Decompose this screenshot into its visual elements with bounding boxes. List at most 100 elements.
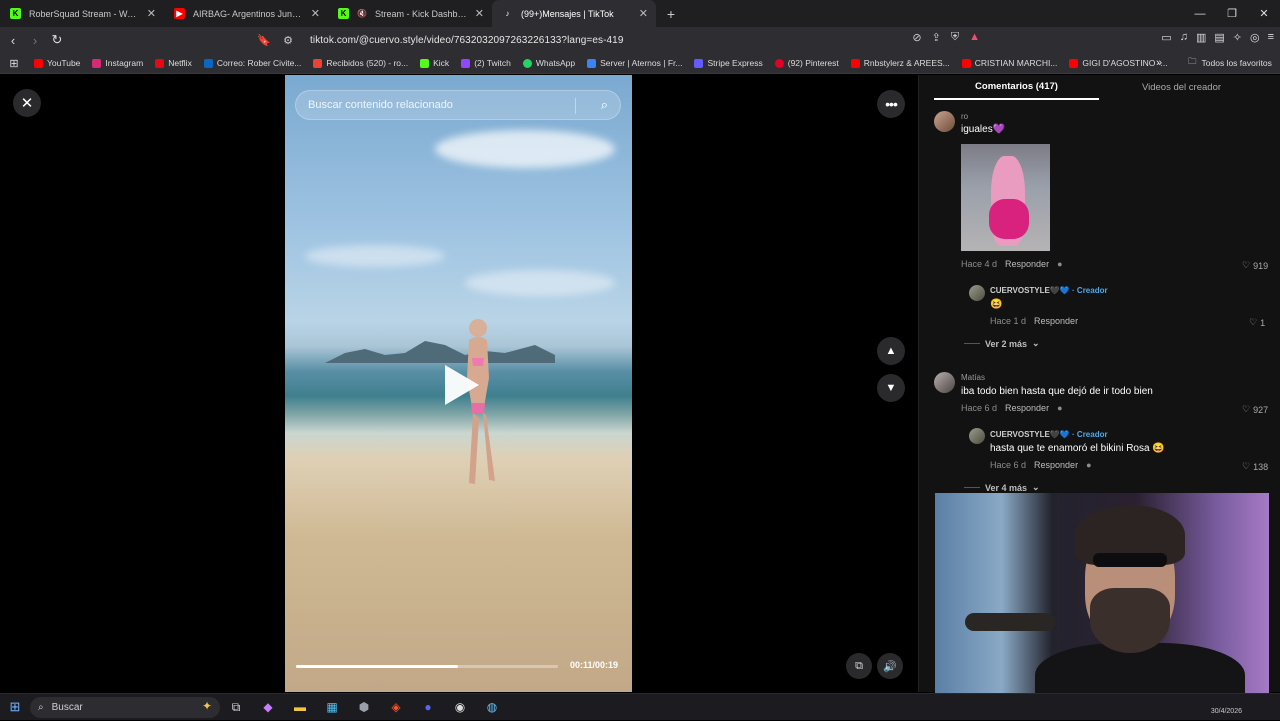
- play-icon[interactable]: [445, 365, 479, 405]
- obs-icon[interactable]: ◉: [444, 694, 476, 721]
- address-bar[interactable]: 🔖 ⚙ tiktok.com/@cuervo.style/video/76320…: [252, 29, 997, 51]
- comment-username[interactable]: CUERVOSTYLE🖤💙 · Creador: [990, 286, 1108, 295]
- like-count[interactable]: ♡ 138: [1242, 461, 1268, 472]
- comment-text: hasta que te enamoró el bikini Rosa 😆: [990, 443, 1165, 454]
- reload-icon[interactable]: ↻: [46, 29, 68, 51]
- bookmark-item[interactable]: WhatsApp: [517, 58, 581, 68]
- view-more-replies[interactable]: Ver 4 más ⌄: [964, 482, 1040, 493]
- taskbar-search[interactable]: ⌕ Buscar ✦: [30, 696, 220, 718]
- heart-icon[interactable]: ♡: [1242, 260, 1250, 271]
- apps-grid-icon[interactable]: ⊞: [0, 57, 28, 70]
- like-count[interactable]: ♡ 927: [1242, 404, 1268, 415]
- search-icon[interactable]: ⌕: [601, 97, 608, 113]
- comment-username[interactable]: CUERVOSTYLE🖤💙 · Creador: [990, 430, 1108, 439]
- reply-button[interactable]: Responder: [1034, 316, 1078, 326]
- view-more-replies[interactable]: Ver 2 más ⌄: [964, 338, 1040, 349]
- close-video-button[interactable]: ✕: [13, 89, 41, 117]
- comment-image[interactable]: [961, 144, 1050, 251]
- bookmark-item[interactable]: Server | Aternos | Fr...: [581, 58, 688, 68]
- bookmark-label: Rnbstylerz & AREES...: [863, 58, 950, 68]
- menu-icon[interactable]: ≡: [1268, 31, 1274, 44]
- bookmark-item[interactable]: YouTube: [28, 58, 86, 68]
- bookmark-item[interactable]: Stripe Express: [688, 58, 768, 68]
- rewards-icon[interactable]: ▲: [969, 31, 980, 44]
- volume-button[interactable]: 🔊: [877, 653, 903, 679]
- tab-3[interactable]: ♪ (99+)Mensajes | TikTok ✕: [492, 0, 656, 27]
- close-tab-icon[interactable]: ✕: [147, 7, 156, 20]
- close-tab-icon[interactable]: ✕: [311, 7, 320, 20]
- avatar[interactable]: [934, 111, 955, 132]
- all-bookmarks[interactable]: 🗀 Todos los favoritos: [1188, 56, 1272, 70]
- next-video-button[interactable]: ▼: [877, 374, 905, 402]
- like-count[interactable]: ♡ 1: [1249, 317, 1265, 328]
- url-text[interactable]: tiktok.com/@cuervo.style/video/763203209…: [310, 35, 624, 46]
- bookmark-item[interactable]: Netflix: [149, 58, 198, 68]
- bookmark-icon[interactable]: 🔖: [252, 34, 276, 47]
- copilot-icon[interactable]: ◆: [252, 694, 284, 721]
- avatar[interactable]: [969, 428, 985, 444]
- share-icon[interactable]: ⇪: [932, 31, 941, 44]
- bookmark-item[interactable]: Rnbstylerz & AREES...: [845, 58, 956, 68]
- close-tab-icon[interactable]: ✕: [475, 7, 484, 20]
- comment-username[interactable]: ro: [961, 112, 968, 121]
- tab-0[interactable]: K RoberSquad Stream - Watch Live ✕: [0, 0, 164, 27]
- back-icon[interactable]: ‹: [2, 29, 24, 51]
- like-count[interactable]: ♡ 919: [1242, 260, 1268, 271]
- avatar[interactable]: [934, 372, 955, 393]
- site-info-icon[interactable]: ⚙: [276, 34, 300, 47]
- bookmark-item[interactable]: Correo: Rober Civite...: [198, 58, 308, 68]
- previous-video-button[interactable]: ▲: [877, 337, 905, 365]
- music-icon[interactable]: ♫: [1180, 31, 1188, 44]
- extensions-icon[interactable]: ✧: [1233, 31, 1242, 44]
- related-search-input[interactable]: Buscar contenido relacionado ⌕: [295, 90, 621, 120]
- restore-icon[interactable]: ❐: [1216, 0, 1248, 27]
- bookmarks-overflow-icon[interactable]: »: [1156, 57, 1162, 69]
- tab-1[interactable]: ▶ AIRBAG- Argentinos Juniors - EN VIVO ✕: [164, 0, 328, 27]
- reply-button[interactable]: Responder: [1005, 403, 1049, 413]
- vpn-icon[interactable]: ◎: [1250, 31, 1260, 44]
- shield-icon[interactable]: ⛨: [951, 31, 959, 44]
- tracking-icon[interactable]: ⊘: [912, 31, 921, 44]
- tab-creator-videos[interactable]: Videos del creador: [1099, 75, 1264, 100]
- steam-icon[interactable]: ◍: [476, 694, 508, 721]
- bookmark-item[interactable]: Recibidos (520) - ro...: [307, 58, 414, 68]
- heart-icon[interactable]: ♡: [1249, 317, 1257, 328]
- app-icon[interactable]: ⬢: [348, 694, 380, 721]
- comment-username[interactable]: Matías: [961, 373, 985, 382]
- bookmark-item[interactable]: CRISTIAN MARCHI...: [956, 58, 1064, 68]
- picture-in-picture-button[interactable]: ⧉: [846, 653, 872, 679]
- heart-icon[interactable]: ♡: [1242, 404, 1250, 415]
- tab-comments[interactable]: Comentarios (417): [934, 75, 1099, 100]
- microsoft-store-icon[interactable]: ▦: [316, 694, 348, 721]
- minimize-icon[interactable]: —: [1184, 0, 1216, 27]
- bookmark-label: Stripe Express: [707, 58, 763, 68]
- pinterest-icon: [774, 58, 784, 68]
- youtube-icon: [961, 58, 971, 68]
- bookmark-item[interactable]: (92) Pinterest: [769, 58, 845, 68]
- windows-start-icon[interactable]: ⊞: [0, 694, 30, 721]
- sidebar-icon[interactable]: ▥: [1196, 31, 1206, 44]
- forward-icon[interactable]: ›: [24, 29, 46, 51]
- bookmark-item[interactable]: Instagram: [86, 58, 149, 68]
- video-progress-bar[interactable]: [296, 665, 558, 668]
- bookmark-item[interactable]: (2) Twitch: [455, 58, 517, 68]
- new-tab-button[interactable]: +: [660, 0, 682, 27]
- close-window-icon[interactable]: ✕: [1248, 0, 1280, 27]
- video-player[interactable]: Buscar contenido relacionado ⌕ 00:11/00:…: [285, 75, 632, 692]
- heart-icon[interactable]: ♡: [1242, 461, 1250, 472]
- bookmark-item[interactable]: Kick: [414, 58, 455, 68]
- discord-icon[interactable]: ●: [412, 694, 444, 721]
- brave-browser-icon[interactable]: ◈: [380, 694, 412, 721]
- address-bar-actions: ⊘ ⇪ ⛨ ▲: [912, 31, 980, 44]
- avatar[interactable]: [969, 285, 985, 301]
- reply-button[interactable]: Responder: [1005, 259, 1049, 269]
- whatsapp-icon: [522, 58, 532, 68]
- task-view-icon[interactable]: ⧉: [220, 694, 252, 721]
- cast-icon[interactable]: ▭: [1161, 31, 1171, 44]
- tab-2[interactable]: K 🔇 Stream - Kick Dashboard ✕: [328, 0, 492, 27]
- close-tab-icon[interactable]: ✕: [639, 7, 648, 20]
- more-options-button[interactable]: •••: [877, 90, 905, 118]
- wallet-icon[interactable]: ▤: [1214, 31, 1224, 44]
- file-explorer-icon[interactable]: ▬: [284, 694, 316, 721]
- reply-button[interactable]: Responder: [1034, 460, 1078, 470]
